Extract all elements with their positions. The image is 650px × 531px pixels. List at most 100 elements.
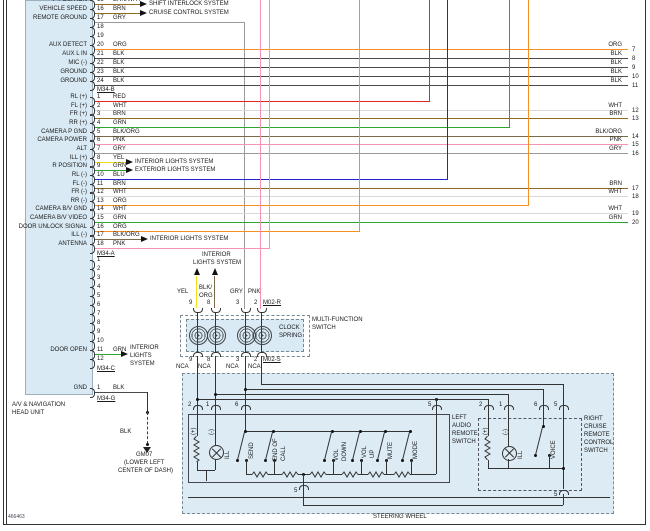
feeder-drop bbox=[543, 389, 544, 418]
pin-label: R POSITION bbox=[0, 163, 87, 170]
arrow-right-icon bbox=[141, 236, 148, 242]
pin-number: 22 bbox=[97, 60, 104, 67]
wire bbox=[436, 414, 437, 474]
wire bbox=[206, 470, 207, 481]
wire-color-label: GRN bbox=[113, 215, 126, 222]
wire-color-label: ORG bbox=[199, 293, 213, 300]
pin-label: RR (+) bbox=[0, 120, 87, 127]
pin-label: RL (+) bbox=[0, 94, 87, 101]
pin-number: 18 bbox=[632, 194, 639, 201]
wire-color-label: ORG bbox=[552, 42, 622, 49]
wire-color-label: GRN bbox=[113, 120, 126, 127]
connector-arc bbox=[241, 405, 251, 410]
pin-number: 4 bbox=[97, 284, 100, 291]
pin-label: AUX L IN bbox=[0, 51, 87, 58]
pin-number: 23 bbox=[97, 69, 104, 76]
pin-label: RR (-) bbox=[0, 198, 87, 205]
clock-spring-coil-icon bbox=[189, 326, 208, 345]
pin-label: CAMERA P GND bbox=[0, 129, 87, 136]
connector-arc bbox=[257, 308, 267, 313]
switch-label-vol: VOL bbox=[362, 446, 369, 458]
wire-color-label: WHT bbox=[552, 103, 622, 110]
wire-color-label: NCA bbox=[248, 364, 261, 371]
lamp-label: ILL bbox=[518, 451, 525, 459]
pin-number: 15 bbox=[632, 142, 639, 149]
wire-remote-signal-pnk bbox=[260, 0, 261, 309]
wire bbox=[197, 462, 198, 470]
wire-color-label: ORG bbox=[113, 42, 127, 49]
arrow-right-icon bbox=[140, 1, 147, 7]
wire-ground-24 bbox=[94, 85, 628, 86]
connector-label-m02s: M02-S bbox=[263, 357, 281, 364]
pin-number: 17 bbox=[97, 15, 104, 22]
sheet-number: 466463 bbox=[8, 514, 25, 521]
contact-dot bbox=[401, 459, 404, 462]
wire bbox=[488, 418, 489, 436]
wire-rr-minus bbox=[94, 205, 529, 206]
pin-label: ANTENNA bbox=[0, 241, 87, 248]
pin-number: 15 bbox=[97, 0, 104, 4]
pin-number: 5 bbox=[294, 488, 297, 495]
connector-arc bbox=[193, 405, 203, 410]
contact-dot bbox=[376, 459, 379, 462]
connector-arc bbox=[539, 405, 549, 410]
chain-wire bbox=[326, 474, 342, 475]
pin-number: 2 bbox=[254, 357, 257, 364]
connector-arc bbox=[484, 405, 494, 410]
pin-number: 8 bbox=[97, 320, 100, 327]
wire-color-label: GRN bbox=[552, 215, 622, 222]
chain-wire bbox=[410, 474, 436, 475]
connector-arc bbox=[559, 405, 569, 410]
wire-bottom-exit bbox=[563, 494, 564, 505]
pin-number: 19 bbox=[97, 33, 104, 40]
pin-number: 9 bbox=[97, 329, 100, 336]
pin-label: RL (-) bbox=[0, 172, 87, 179]
pin-number: 3 bbox=[97, 111, 100, 118]
connector-arc bbox=[559, 490, 569, 495]
wire-antenna-up bbox=[269, 0, 270, 249]
steering-wheel-frame-line bbox=[188, 497, 610, 498]
connector-arc bbox=[504, 405, 514, 410]
pin-label: CAMERA B/V GND bbox=[0, 206, 87, 213]
wire-ill-feed-yel bbox=[196, 276, 197, 308]
right-switch-name-4: CONTROL bbox=[584, 440, 613, 447]
resistor bbox=[342, 471, 358, 478]
pin-number: 8 bbox=[207, 357, 210, 364]
left-switch-name-3: REMOTE bbox=[452, 431, 478, 438]
left-switch-name-2: AUDIO bbox=[452, 423, 471, 430]
wire bbox=[215, 459, 216, 470]
pin-label: ILL (+) bbox=[0, 155, 87, 162]
pin-number: 15 bbox=[97, 215, 104, 222]
feeder-wire bbox=[245, 389, 543, 390]
multi-function-switch-label-1: MULTI-FUNCTION bbox=[312, 317, 363, 324]
connector-label-m34g: M34-G bbox=[97, 396, 115, 403]
switch-label-mute: MUTE bbox=[388, 442, 395, 459]
connector-arc bbox=[211, 405, 221, 410]
pin-number: 1 bbox=[97, 257, 100, 264]
wire-nca bbox=[261, 356, 262, 384]
pin-number: 5 bbox=[554, 402, 557, 409]
connector-arc bbox=[299, 485, 309, 490]
pin-number: 11 bbox=[97, 347, 103, 354]
system-label-interior-2: INTERIOR LIGHTS SYSTEM bbox=[150, 236, 228, 243]
pin-number: 6 bbox=[97, 302, 100, 309]
wire-color-label: WHT bbox=[113, 189, 127, 196]
pin-number: 2 bbox=[479, 402, 482, 409]
pin-number: 12 bbox=[632, 108, 639, 115]
pin-number: 2 bbox=[97, 266, 100, 273]
pin-label: MIC (-) bbox=[0, 60, 87, 67]
wire bbox=[361, 460, 362, 474]
wire bbox=[333, 460, 334, 474]
wire-color-label: YEL bbox=[177, 289, 188, 296]
pin-bracket bbox=[90, 388, 95, 398]
wire-door-unlock-up bbox=[359, 0, 360, 232]
pin-number: 9 bbox=[97, 163, 100, 170]
chain-wire bbox=[358, 474, 368, 475]
pin-number: 20 bbox=[632, 220, 639, 227]
pin-label: FR (+) bbox=[0, 111, 87, 118]
contact-dot bbox=[323, 459, 326, 462]
feeder-wire bbox=[261, 384, 563, 385]
wire-ground-23 bbox=[94, 76, 628, 77]
wire-color-label: BLK bbox=[113, 385, 124, 392]
switch-label-vol: VOL bbox=[334, 449, 341, 461]
